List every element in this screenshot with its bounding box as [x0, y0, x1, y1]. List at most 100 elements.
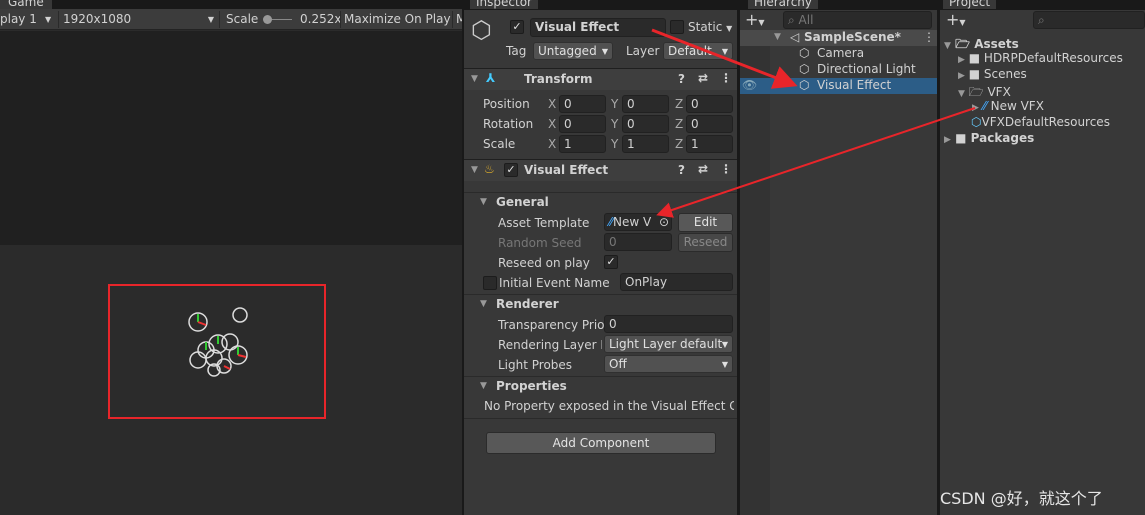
- random-seed-label: Random Seed: [498, 236, 582, 250]
- active-checkbox[interactable]: ✓: [510, 20, 524, 34]
- transparency-field[interactable]: 0: [604, 315, 733, 333]
- rendering-layer-dropdown[interactable]: Light Layer default: [604, 335, 733, 353]
- transform-scale-x[interactable]: 1: [559, 135, 606, 153]
- search-icon: ⌕: [788, 13, 799, 27]
- no-property-text: No Property exposed in the Visual Effect…: [484, 399, 734, 413]
- folder-open-icon: 🗁: [955, 37, 970, 51]
- folder-icon: ■: [968, 67, 981, 81]
- hierarchy-search[interactable]: ⌕ All: [783, 11, 932, 29]
- transform-scale-z[interactable]: 1: [686, 135, 733, 153]
- gameobject-icon: ⬡: [799, 62, 810, 76]
- axis-label: Z: [675, 97, 684, 111]
- light-probes-dropdown[interactable]: Off: [604, 355, 733, 373]
- initial-event-checkbox[interactable]: [483, 276, 497, 290]
- transform-icon: ⅄: [486, 71, 496, 85]
- folder-packages[interactable]: ▶ ■ Packages: [944, 131, 1034, 145]
- transform-scale-label: Scale: [483, 137, 516, 151]
- asset-template-field[interactable]: ⁄⁄New V ⊙: [604, 213, 672, 231]
- transform-position-label: Position: [483, 97, 530, 111]
- tab-project[interactable]: Project: [943, 0, 997, 9]
- light-probes-label: Light Probes: [498, 358, 573, 372]
- menu-icon[interactable]: ⋮: [720, 71, 732, 85]
- help-icon[interactable]: ?: [678, 163, 685, 177]
- static-checkbox[interactable]: [670, 20, 684, 34]
- object-name-field[interactable]: Visual Effect: [530, 18, 666, 37]
- axis-label: Y: [611, 97, 619, 111]
- hierarchy-item[interactable]: ⬡ Directional Light: [770, 62, 937, 78]
- create-button[interactable]: +▼: [745, 10, 765, 29]
- menu-icon[interactable]: ⋮: [720, 162, 732, 176]
- hierarchy-item[interactable]: ⬡ Camera: [770, 46, 937, 62]
- layer-dropdown[interactable]: Default: [663, 42, 733, 60]
- help-icon[interactable]: ?: [678, 72, 685, 86]
- more-toggle[interactable]: M: [452, 11, 462, 28]
- asset-template-label: Asset Template: [498, 216, 590, 230]
- transform-rotation-y[interactable]: 0: [622, 115, 669, 133]
- asset-new-vfx[interactable]: ▶ ⁄⁄ New VFX: [972, 99, 1044, 113]
- transform-header[interactable]: ▼ ⅄ Transform ? ⇄ ⋮: [464, 68, 737, 90]
- tag-dropdown[interactable]: Untagged: [533, 42, 613, 60]
- particle: [221, 333, 239, 351]
- visual-effect-icon: ♨: [484, 162, 495, 176]
- presets-icon[interactable]: ⇄: [698, 71, 708, 85]
- game-letterbox: [0, 31, 462, 245]
- project-search[interactable]: ⌕: [1033, 11, 1145, 29]
- reseed-on-play-checkbox[interactable]: ✓: [604, 255, 618, 269]
- scene-row[interactable]: ▼ ◁ SampleScene* ⋮: [740, 30, 937, 46]
- static-dropdown[interactable]: Static ▼: [688, 20, 732, 34]
- game-toolbar: play 1 ▼ 1920x1080 ▼ Scale 0.252x Maximize …: [0, 9, 462, 30]
- transform-position-y[interactable]: 0: [622, 95, 669, 113]
- maximize-on-play-toggle[interactable]: Maximize On Play: [340, 11, 452, 28]
- axis-label: X: [548, 137, 557, 151]
- transform-rotation-label: Rotation: [483, 117, 534, 131]
- visual-effect-header[interactable]: ▼ ♨ ✓ Visual Effect ? ⇄ ⋮: [464, 159, 737, 181]
- transform-scale-y[interactable]: 1: [622, 135, 669, 153]
- properties-section[interactable]: ▼ Properties: [464, 376, 737, 396]
- transform-position-z[interactable]: 0: [686, 95, 733, 113]
- renderer-section[interactable]: ▼ Renderer: [464, 294, 737, 314]
- tab-inspector[interactable]: Inspector: [470, 0, 538, 9]
- visual-effect-enabled-checkbox[interactable]: ✓: [504, 163, 518, 177]
- axis-label: Y: [611, 117, 619, 131]
- tab-hierarchy[interactable]: Hierarchy: [748, 0, 819, 9]
- project-create-button[interactable]: +▼: [946, 10, 966, 29]
- transform-position-x[interactable]: 0: [559, 95, 606, 113]
- folder-icon: ■: [968, 51, 981, 65]
- search-icon: ⌕: [1038, 13, 1045, 27]
- initial-event-field[interactable]: OnPlay: [620, 273, 733, 291]
- tab-game[interactable]: Game: [0, 0, 52, 9]
- gameobject-icon: ⬡: [799, 46, 810, 60]
- tag-label: Tag: [506, 44, 527, 58]
- transform-rotation-x[interactable]: 0: [559, 115, 606, 133]
- vfx-asset-icon: ⁄⁄: [982, 99, 987, 113]
- gameobject-icon: ⬡: [799, 78, 810, 92]
- particle: [232, 307, 248, 323]
- presets-icon[interactable]: ⇄: [698, 162, 708, 176]
- scale-slider[interactable]: Scale 0.252x: [219, 11, 341, 28]
- folder-open-icon: 🗁: [968, 85, 984, 99]
- transparency-label: Transparency Prio: [498, 318, 605, 332]
- transform-rotation-z[interactable]: 0: [686, 115, 733, 133]
- folder-hdrp[interactable]: ▶ ■ HDRPDefaultResources: [958, 51, 1123, 65]
- folder-scenes[interactable]: ▶ ■ Scenes: [958, 67, 1027, 81]
- resolution-dropdown[interactable]: 1920x1080 ▼: [58, 11, 218, 28]
- reseed-button: Reseed: [678, 233, 733, 252]
- axis-label: X: [548, 117, 557, 131]
- gameobject-icon: ⬡: [471, 16, 492, 44]
- unity-icon: ◁: [790, 30, 800, 44]
- resource-icon: ⬡: [971, 115, 982, 129]
- initial-event-label: Initial Event Name: [499, 276, 610, 290]
- folder-icon: ■: [955, 131, 967, 145]
- edit-button[interactable]: Edit: [678, 213, 733, 232]
- add-component-button[interactable]: Add Component: [486, 432, 716, 454]
- axis-label: Z: [675, 137, 684, 151]
- display-dropdown[interactable]: play 1 ▼: [0, 11, 57, 28]
- random-seed-field: 0: [604, 233, 672, 251]
- watermark: CSDN @好，就这个了: [940, 489, 1103, 508]
- object-picker-icon[interactable]: ⊙: [659, 214, 669, 230]
- asset-vfx-default-resources[interactable]: ⬡VFXDefaultResources: [971, 115, 1110, 129]
- hierarchy-item[interactable]: 👁 ⬡ Visual Effect: [740, 78, 937, 94]
- reseed-on-play-label: Reseed on play: [498, 256, 590, 270]
- general-section[interactable]: ▼ General: [464, 192, 737, 212]
- slider-handle[interactable]: [263, 15, 272, 24]
